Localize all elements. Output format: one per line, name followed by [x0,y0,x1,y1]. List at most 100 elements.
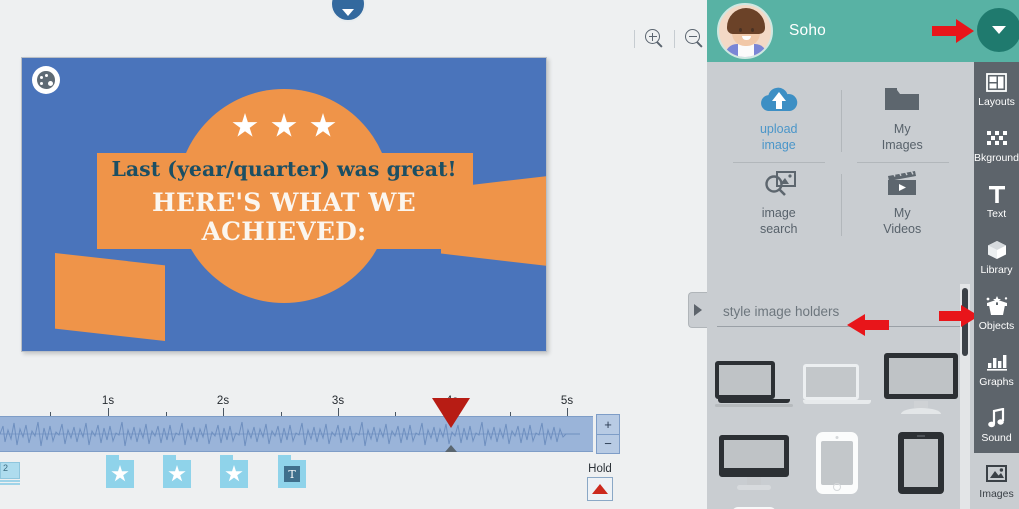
divider [840,90,842,152]
timeline-marker-star[interactable] [106,455,134,488]
sidebar-label-text: Text [986,208,1007,221]
sidebar-item-bkground[interactable]: Bkground [974,118,1019,174]
text-glyph: T [284,466,300,482]
star-icon [168,465,186,482]
divider [674,29,675,48]
objects-box-icon [985,295,1009,317]
ruler-tick [223,408,224,416]
timeline[interactable]: 1s 2s 3s 4s 5s + − 2 Hold T [0,390,640,509]
star-icon [310,113,336,137]
upload-image-label-1: upload [759,122,798,137]
sidebar-item-sound[interactable]: Sound [974,397,1019,453]
sidebar-label-objects: Objects [978,319,1015,332]
divider [857,162,949,163]
sidebar-item-images[interactable]: Images [974,453,1019,509]
timeline-zoom-controls[interactable]: + − [596,414,620,454]
upload-image-button[interactable]: upload image [717,76,841,160]
timeline-marker-text[interactable]: T [278,455,306,488]
sidebar-item-objects[interactable]: Objects [974,286,1019,342]
slide-thumbnail-chip[interactable]: 2 [0,462,22,486]
image-search-icon [761,166,797,200]
divider [733,162,825,163]
sidebar-item-graphs[interactable]: Graphs [974,341,1019,397]
timeline-ruler[interactable]: 1s 2s 3s 4s 5s [0,390,593,416]
hold-button[interactable] [587,477,613,501]
timeline-playhead-foot [445,445,457,452]
user-name: Soho [789,22,826,39]
slide-headline-line2: ACHIEVED: [201,217,367,247]
image-thumbnail-imac[interactable] [715,425,793,500]
timeline-playhead[interactable] [432,398,470,428]
sidebar-label-layouts: Layouts [978,96,1015,109]
panel-collapse-handle[interactable] [688,292,707,328]
sound-note-icon [987,407,1006,429]
app-root: Last (year/quarter) was great! HERE'S WH… [0,0,1019,509]
timeline-zoom-out-button[interactable]: − [597,435,619,454]
sidebar-item-layouts[interactable]: Layouts [974,62,1019,118]
avatar[interactable] [717,3,773,59]
slide-headline-secondary: HERE'S WHAT WE ACHIEVED: [22,188,546,247]
graphs-bar-icon [986,351,1008,373]
image-thumbnail-tablet-white-tall[interactable] [715,504,793,509]
my-videos-label-2: Videos [883,222,922,236]
ruler-tick [567,408,568,416]
ruler-tick-label: 3s [331,395,345,407]
slide-canvas[interactable]: Last (year/quarter) was great! HERE'S WH… [21,57,547,352]
image-search-button[interactable]: image search [717,160,841,244]
panel-header: Soho [707,0,1019,62]
image-search-label-2: search [759,222,798,236]
zoom-out-icon[interactable] [685,29,704,48]
library-cube-icon [987,239,1007,261]
image-search-label-1: image [761,206,796,221]
hold-triangle-icon [592,484,608,494]
star-icon [271,113,297,137]
my-images-label-2: Images [881,138,923,152]
audio-waveform [0,417,580,451]
my-videos-button[interactable]: My Videos [841,160,965,244]
image-results-area[interactable] [707,284,974,509]
images-panel-body: upload image My Images image search My V… [707,62,979,509]
image-thumbnail-phone-dark[interactable] [882,504,960,509]
image-thumbnail-laptop-dark[interactable] [715,346,794,421]
tool-rail: Layouts Bkground Text Library Objects Gr… [974,62,1019,509]
palette-icon[interactable] [32,66,60,94]
slide-headline-primary: Last (year/quarter) was great! [111,157,457,181]
image-thumbnail-tablet-black[interactable] [882,425,960,500]
sidebar-item-text[interactable]: Text [974,174,1019,230]
chevron-down-icon [992,26,1006,34]
star-icon [225,465,243,482]
star-icon [111,465,129,482]
sidebar-label-graphs: Graphs [979,375,1014,388]
timeline-zoom-in-button[interactable]: + [597,415,619,435]
sidebar-item-library[interactable]: Library [974,230,1019,286]
folder-icon [884,82,920,116]
ruler-tick-label: 5s [560,395,574,407]
top-nav-button[interactable] [330,0,366,22]
my-images-button[interactable]: My Images [841,76,965,160]
my-images-label-1: My [893,122,911,137]
image-results-grid [715,346,960,509]
image-thumbnail-monitor-dark[interactable] [882,346,960,421]
ribbon-tail-left [55,253,165,341]
account-dropdown-button[interactable] [977,8,1019,52]
sidebar-label-sound: Sound [981,431,1012,444]
images-picture-icon [986,463,1007,485]
ruler-tick [338,408,339,416]
image-source-grid: upload image My Images image search My V… [717,76,964,244]
zoom-in-icon[interactable] [645,29,664,48]
image-thumbnail-tablet-white[interactable] [798,425,876,500]
divider [840,174,842,236]
image-thumbnail-laptop-light[interactable] [798,346,876,421]
timeline-marker-star[interactable] [163,455,191,488]
timeline-audio-track[interactable] [0,416,593,452]
timeline-marker-star[interactable] [220,455,248,488]
slide-text-block[interactable]: Last (year/quarter) was great! HERE'S WH… [22,158,546,247]
sidebar-label-images: Images [979,487,1014,500]
clapperboard-icon [885,166,919,200]
star-rating-group [232,113,336,139]
annotation-arrow-dropdown [932,18,974,44]
ruler-tick [108,408,109,416]
background-icon [986,127,1008,149]
my-videos-label-1: My [893,206,911,221]
image-thumbnail-monitor-stand[interactable] [798,504,876,509]
